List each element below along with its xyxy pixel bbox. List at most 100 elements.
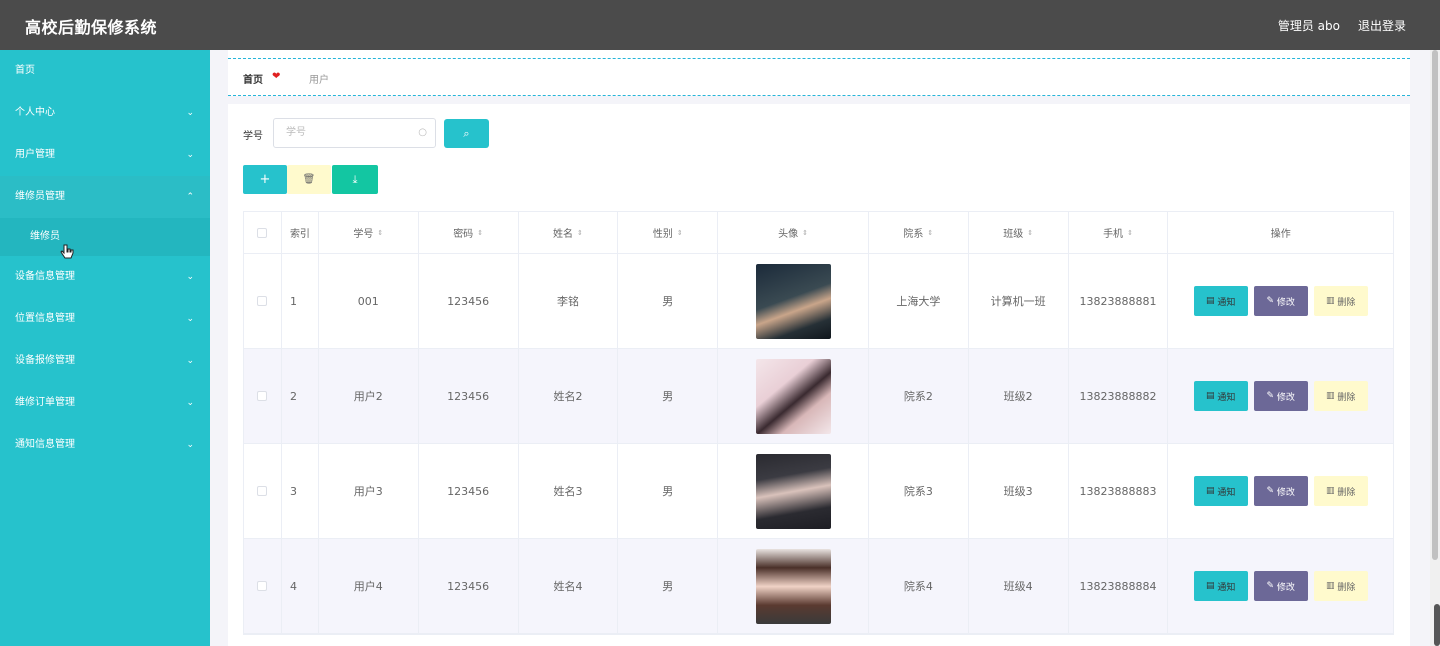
sidebar-item-home[interactable]: 首页: [0, 50, 210, 92]
chevron-down-icon: ⌄: [186, 272, 194, 282]
sort-icon[interactable]: ⇕: [377, 229, 383, 237]
edit-label: 修改: [1276, 297, 1295, 308]
sidebar-item-device-info[interactable]: 设备信息管理 ⌄: [0, 256, 210, 298]
class-cell: 班级4: [969, 539, 1069, 633]
scrollbar-thumb[interactable]: [1432, 50, 1438, 560]
edit-button[interactable]: ✎ 修改: [1253, 476, 1308, 506]
avatar: [755, 263, 831, 339]
sidebar-item-notification-info[interactable]: 通知信息管理 ⌄: [0, 424, 210, 466]
col-password[interactable]: 密码 ⇕: [419, 212, 519, 253]
notify-button[interactable]: ▤ 通知: [1193, 381, 1248, 411]
table-header-row: 索引 学号 ⇕ 密码 ⇕ 姓名 ⇕ 性别 ⇕ 头像 ⇕ 院系 ⇕ 班级 ⇕ 手机 ⇕ 操作: [244, 212, 1393, 254]
column-header: 性别: [652, 229, 673, 240]
chevron-down-icon: ⌄: [186, 356, 194, 366]
search-button[interactable]: ⌕: [444, 119, 489, 148]
gender-cell: 男: [618, 539, 719, 633]
col-gender[interactable]: 性别 ⇕: [618, 212, 719, 253]
secondary-scrollbar[interactable]: [1434, 604, 1440, 646]
delete-label: 删除: [1337, 297, 1356, 308]
password-cell: 123456: [419, 444, 519, 538]
col-class[interactable]: 班级 ⇕: [969, 212, 1069, 253]
delete-button[interactable]: ▥ 删除: [1313, 286, 1368, 316]
sort-icon[interactable]: ⇕: [577, 229, 583, 237]
sidebar-item-label: 位置信息管理: [15, 313, 75, 324]
sort-icon[interactable]: ⇕: [802, 229, 808, 237]
sort-icon[interactable]: ⇕: [1027, 229, 1033, 237]
sidebar: 首页 个人中心 ⌄ 用户管理 ⌄ 维修员管理 ⌃ 维修员 设备信息管理 ⌄ 位置信息管理…: [0, 50, 210, 646]
notify-label: 通知: [1217, 297, 1236, 308]
row-checkbox[interactable]: [257, 486, 268, 496]
gender-cell: 男: [618, 349, 719, 443]
search-input[interactable]: 学号 ○: [273, 118, 436, 148]
column-header: 手机: [1103, 229, 1124, 240]
col-name[interactable]: 姓名 ⇕: [519, 212, 619, 253]
sidebar-item-repairman-management[interactable]: 维修员管理 ⌃: [0, 176, 210, 218]
row-checkbox[interactable]: [257, 296, 268, 306]
index-cell: 4: [282, 539, 319, 633]
delete-label: 删除: [1337, 487, 1356, 498]
app-title: 高校后勤保修系统: [25, 18, 158, 37]
actions-cell: ▤ 通知 ✎ 修改 ▥ 删除: [1168, 349, 1393, 443]
delete-button[interactable]: ▥ 删除: [1313, 476, 1368, 506]
student-no-cell: 001: [319, 254, 419, 348]
chevron-down-icon: ⌄: [186, 108, 194, 118]
document-icon: ▤: [1206, 296, 1218, 306]
breadcrumb-home[interactable]: 首页: [243, 71, 263, 86]
class-cell: 班级2: [969, 349, 1069, 443]
add-button[interactable]: +: [243, 165, 287, 194]
sidebar-item-repair-report[interactable]: 设备报修管理 ⌄: [0, 340, 210, 382]
notify-button[interactable]: ▤ 通知: [1193, 571, 1248, 601]
sort-icon[interactable]: ⇕: [927, 229, 933, 237]
search-label: 学号: [243, 131, 263, 142]
table-row: 3 用户3 123456 姓名3 男 院系3 班级3 13823888883 ▤…: [244, 444, 1393, 539]
chevron-up-icon: ⌃: [186, 192, 194, 202]
column-header: 密码: [453, 229, 474, 240]
actions-cell: ▤ 通知 ✎ 修改 ▥ 删除: [1168, 254, 1393, 348]
row-checkbox[interactable]: [257, 391, 268, 401]
col-phone[interactable]: 手机 ⇕: [1069, 212, 1169, 253]
column-header: 班级: [1003, 229, 1024, 240]
phone-cell: 13823888882: [1069, 349, 1169, 443]
delete-button[interactable]: ▥ 删除: [1313, 381, 1368, 411]
sidebar-item-user-management[interactable]: 用户管理 ⌄: [0, 134, 210, 176]
row-checkbox[interactable]: [257, 581, 268, 591]
download-button[interactable]: ⤓: [332, 165, 378, 194]
edit-button[interactable]: ✎ 修改: [1253, 381, 1308, 411]
edit-button[interactable]: ✎ 修改: [1253, 571, 1308, 601]
current-user: 管理员 abo: [1277, 19, 1340, 33]
delete-button[interactable]: ▥ 删除: [1313, 571, 1368, 601]
department-cell: 院系4: [869, 539, 969, 633]
row-select-cell: [244, 254, 282, 348]
sidebar-item-label: 通知信息管理: [15, 439, 75, 450]
sidebar-item-location-info[interactable]: 位置信息管理 ⌄: [0, 298, 210, 340]
name-cell: 姓名4: [519, 539, 619, 633]
search-placeholder: 学号: [286, 127, 306, 138]
col-avatar[interactable]: 头像 ⇕: [718, 212, 869, 253]
sidebar-item-personal-center[interactable]: 个人中心 ⌄: [0, 92, 210, 134]
notify-button[interactable]: ▤ 通知: [1193, 476, 1248, 506]
phone-cell: 13823888884: [1069, 539, 1169, 633]
notify-button[interactable]: ▤ 通知: [1193, 286, 1248, 316]
col-student-no[interactable]: 学号 ⇕: [319, 212, 419, 253]
sidebar-subitem-repairman[interactable]: 维修员: [0, 218, 210, 259]
sort-icon[interactable]: ⇕: [1127, 229, 1133, 237]
divider: [228, 96, 1410, 104]
batch-delete-button[interactable]: 🗑: [287, 165, 331, 194]
sort-icon[interactable]: ⇕: [477, 229, 483, 237]
sidebar-item-repair-orders[interactable]: 维修订单管理 ⌄: [0, 382, 210, 424]
chevron-down-icon: ⌄: [186, 440, 194, 450]
student-no-cell: 用户2: [319, 349, 419, 443]
logout-link[interactable]: 退出登录: [1358, 17, 1406, 34]
select-all-checkbox[interactable]: [257, 227, 268, 238]
student-no-cell: 用户4: [319, 539, 419, 633]
col-department[interactable]: 院系 ⇕: [869, 212, 969, 253]
actions-cell: ▤ 通知 ✎ 修改 ▥ 删除: [1168, 444, 1393, 538]
index-cell: 3: [282, 444, 319, 538]
column-header: 院系: [903, 229, 924, 240]
name-cell: 姓名3: [519, 444, 619, 538]
sort-icon[interactable]: ⇕: [677, 229, 683, 237]
page-scrollbar[interactable]: [1430, 50, 1440, 646]
gender-cell: 男: [618, 254, 719, 348]
chevron-down-icon: ⌄: [186, 150, 194, 160]
edit-button[interactable]: ✎ 修改: [1253, 286, 1308, 316]
